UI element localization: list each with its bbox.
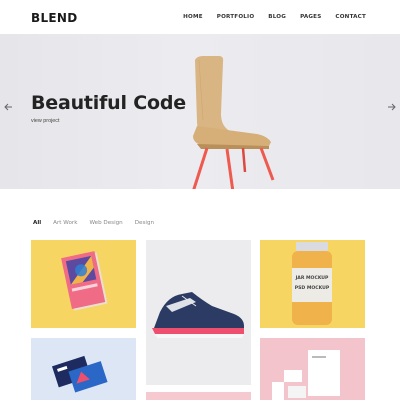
stationery-image: [272, 350, 340, 400]
nav-blog[interactable]: BLOG: [268, 14, 286, 20]
filter-design[interactable]: Design: [135, 220, 154, 226]
portfolio-item-pink[interactable]: [146, 392, 251, 400]
portfolio-item-jar[interactable]: JAR MOCKUP PSD MOCKUP: [260, 240, 365, 328]
portfolio-item-sneaker[interactable]: [146, 240, 251, 385]
view-project-link[interactable]: view project: [31, 118, 59, 124]
nav-home[interactable]: HOME: [183, 14, 203, 20]
hero-slider: Beautiful Code view project: [0, 34, 400, 189]
hero-title: Beautiful Code: [31, 92, 186, 114]
filter-all[interactable]: All: [33, 220, 41, 226]
sneaker-image: [152, 292, 244, 338]
main-nav: HOME PORTFOLIO BLOG PAGES CONTACT: [169, 14, 366, 20]
filter-web-design[interactable]: Web Design: [89, 220, 122, 226]
portfolio-filters: All Art Work Web Design Design: [33, 220, 166, 226]
arrow-left-icon[interactable]: [2, 100, 16, 114]
site-header: BLEND HOME PORTFOLIO BLOG PAGES CONTACT: [0, 0, 400, 34]
portfolio-item-cards[interactable]: [31, 338, 136, 400]
jar-image: [292, 242, 332, 325]
jar-label-line1: JAR MOCKUP: [295, 276, 329, 281]
arrow-right-icon[interactable]: [384, 100, 398, 114]
chair-image: [192, 56, 275, 189]
notebook-image: [61, 251, 108, 311]
filter-art-work[interactable]: Art Work: [53, 220, 77, 226]
cards-image: [51, 355, 108, 393]
jar-label-line2: PSD MOCKUP: [294, 286, 330, 291]
nav-pages[interactable]: PAGES: [300, 14, 321, 20]
nav-portfolio[interactable]: PORTFOLIO: [217, 14, 255, 20]
portfolio-item-notebook[interactable]: [31, 240, 136, 328]
logo[interactable]: BLEND: [31, 11, 78, 25]
nav-contact[interactable]: CONTACT: [335, 14, 366, 20]
portfolio-item-stationery[interactable]: [260, 338, 365, 400]
